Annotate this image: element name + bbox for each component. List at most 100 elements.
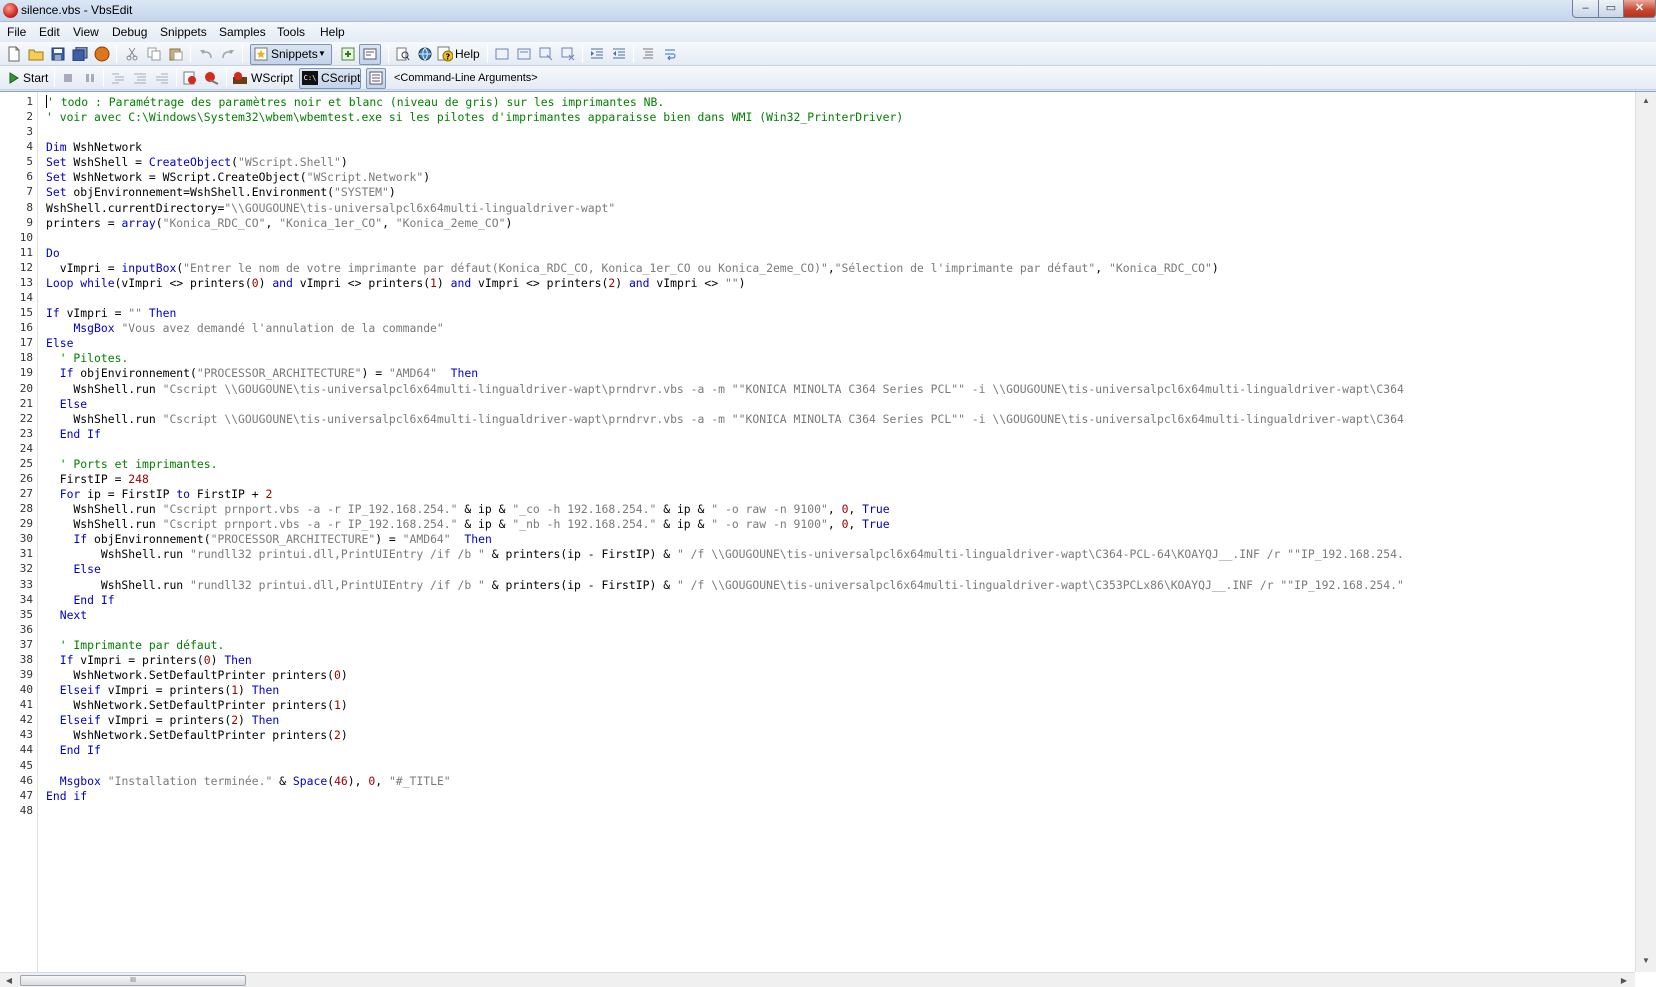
undo-icon[interactable] — [198, 46, 214, 62]
code-line[interactable]: WshShell.run "Cscript \\GOUGOUNE\tis-uni… — [46, 411, 1403, 427]
help-icon[interactable]: ? — [437, 46, 453, 62]
maximize-button[interactable]: ▭ — [1598, 0, 1624, 18]
code-line[interactable]: Else — [46, 561, 100, 577]
wrap-icon[interactable] — [662, 46, 678, 62]
code-line[interactable]: WshNetwork.SetDefaultPrinter printers(2) — [46, 727, 347, 743]
horizontal-scroll-thumb[interactable]: III — [20, 975, 246, 986]
menu-view[interactable]: View — [73, 25, 99, 39]
code-line[interactable]: Loop while(vImpri <> printers(0) and vIm… — [46, 275, 746, 291]
code-line[interactable]: Set WshShell = CreateObject("WScript.She… — [46, 154, 348, 170]
comment-icon[interactable] — [494, 46, 510, 62]
code-line[interactable]: WshShell.run "rundll32 printui.dll,Print… — [46, 577, 1404, 593]
code-line[interactable]: For ip = FirstIP to FirstIP + 2 — [46, 486, 273, 502]
code-line[interactable]: End If — [46, 426, 101, 442]
insert-icon[interactable] — [340, 46, 356, 62]
menu-samples[interactable]: Samples — [219, 25, 266, 39]
stop-icon[interactable] — [60, 70, 76, 86]
code-line[interactable]: End if — [46, 788, 87, 804]
clear-bookmarks-icon[interactable] — [560, 46, 576, 62]
close-button[interactable]: ✕ — [1623, 0, 1656, 18]
copy-icon[interactable] — [146, 46, 162, 62]
code-line[interactable]: MsgBox "Vous avez demandé l'annulation d… — [46, 320, 443, 336]
menu-help[interactable]: Help — [320, 25, 345, 39]
scroll-up-icon[interactable]: ▲ — [1636, 92, 1656, 110]
menu-debug[interactable]: Debug — [112, 25, 147, 39]
menu-file[interactable]: File — [7, 25, 26, 39]
save-icon[interactable] — [50, 46, 66, 62]
minimize-button[interactable]: – — [1572, 0, 1599, 18]
start-label[interactable]: Start — [23, 71, 48, 85]
code-line[interactable]: Set WshNetwork = WScript.CreateObject("W… — [46, 169, 430, 185]
find-icon[interactable] — [395, 46, 411, 62]
record-icon[interactable] — [94, 46, 110, 62]
help-label[interactable]: Help — [455, 47, 480, 61]
code-line[interactable]: ' Imprimante par défaut. — [46, 637, 225, 653]
vbsedit-app-icon[interactable] — [3, 3, 18, 18]
code-line[interactable]: vImpri = inputBox("Entrer le nom de votr… — [46, 260, 1219, 276]
code-line[interactable]: Next — [46, 607, 87, 623]
clear-breakpoints-icon[interactable] — [204, 70, 220, 86]
wscript-icon[interactable] — [232, 70, 248, 86]
code-line[interactable]: If objEnvironnement("PROCESSOR_ARCHITECT… — [46, 365, 478, 381]
code-line[interactable]: If vImpri = "" Then — [46, 305, 176, 321]
redo-icon[interactable] — [220, 46, 236, 62]
menu-tools[interactable]: Tools — [277, 25, 305, 39]
code-line[interactable]: ' Ports et imprimantes. — [46, 456, 218, 472]
code-line[interactable]: WshShell.run "Cscript \\GOUGOUNE\tis-uni… — [46, 381, 1403, 397]
code-line[interactable]: Else — [46, 396, 87, 412]
code-line[interactable]: printers = array("Konica_RDC_CO", "Konic… — [46, 215, 512, 231]
code-line[interactable]: Elseif vImpri = printers(1) Then — [46, 682, 279, 698]
object-browser-icon[interactable] — [417, 46, 433, 62]
uncomment-icon[interactable] — [516, 46, 532, 62]
menu-snippets[interactable]: Snippets — [160, 25, 207, 39]
format-icon[interactable] — [640, 46, 656, 62]
step-over-icon[interactable] — [132, 70, 148, 86]
code-line[interactable]: Do — [46, 245, 60, 261]
code-token: ) — [1211, 261, 1219, 275]
code-line[interactable]: End If — [46, 592, 114, 608]
wscript-label[interactable]: WScript — [251, 71, 293, 85]
bookmark-icon[interactable] — [538, 46, 554, 62]
indent-icon[interactable] — [589, 46, 605, 62]
cut-icon[interactable] — [124, 46, 140, 62]
code-line[interactable]: Msgbox "Installation terminée." & Space(… — [46, 773, 451, 789]
vertical-scrollbar[interactable]: ▲ ▼ — [1635, 92, 1656, 972]
horizontal-scrollbar[interactable]: ◀ III ▶ — [0, 972, 1635, 987]
code-line[interactable]: FirstIP = 248 — [46, 471, 149, 487]
scroll-left-icon[interactable]: ◀ — [0, 973, 18, 987]
code-line[interactable]: WshShell.run "Cscript prnport.vbs -a -r … — [46, 501, 889, 517]
scroll-right-icon[interactable]: ▶ — [1615, 973, 1633, 987]
code-line[interactable]: Dim WshNetwork — [46, 139, 142, 155]
code-line[interactable]: If objEnvironnement("PROCESSOR_ARCHITECT… — [46, 531, 491, 547]
command-line-arguments[interactable]: <Command-Line Arguments> — [394, 72, 538, 84]
paste-icon[interactable] — [168, 46, 184, 62]
code-line[interactable]: WshShell.currentDirectory="\\GOUGOUNE\ti… — [46, 200, 615, 216]
code-line[interactable]: ' voir avec C:\Windows\System32\wbem\wbe… — [46, 109, 903, 125]
save-all-icon[interactable] — [72, 46, 88, 62]
code-line[interactable]: Set objEnvironnement=WshShell.Environmen… — [46, 184, 396, 200]
code-line[interactable]: WshShell.run "rundll32 printui.dll,Print… — [46, 546, 1404, 562]
code-editor[interactable]: 1 2 3 4 5 6 7 8 9 10 11 12 13 14 15 16 17 18 19 20 21 22 23 24 2… — [0, 91, 1656, 987]
start-icon[interactable] — [6, 70, 22, 86]
open-folder-icon[interactable] — [28, 46, 44, 62]
outdent-icon[interactable] — [611, 46, 627, 62]
code-line[interactable]: ' todo : Paramétrage des paramètres noir… — [46, 94, 664, 110]
code-line[interactable]: WshNetwork.SetDefaultPrinter printers(0) — [46, 667, 347, 683]
line-number: 44 — [19, 743, 33, 756]
new-file-icon[interactable] — [6, 46, 22, 62]
code-line[interactable]: Else — [46, 335, 73, 351]
pause-icon[interactable] — [82, 70, 98, 86]
scroll-down-icon[interactable]: ▼ — [1636, 952, 1656, 970]
code-line[interactable]: If vImpri = printers(0) Then — [46, 652, 252, 668]
toggle-breakpoint-icon[interactable] — [182, 70, 198, 86]
code-line[interactable]: End If — [46, 742, 101, 758]
code-line[interactable]: Elseif vImpri = printers(2) Then — [46, 712, 279, 728]
code-token: " /f \\GOUGOUNE\tis-universalpcl6x64mult… — [676, 578, 1404, 592]
code-area[interactable]: ' todo : Paramétrage des paramètres noir… — [46, 94, 1631, 970]
step-into-icon[interactable] — [110, 70, 126, 86]
code-line[interactable]: ' Pilotes. — [46, 350, 129, 366]
code-line[interactable]: WshNetwork.SetDefaultPrinter printers(1) — [46, 697, 347, 713]
code-line[interactable]: WshShell.run "Cscript prnport.vbs -a -r … — [46, 516, 889, 532]
step-out-icon[interactable] — [154, 70, 170, 86]
menu-edit[interactable]: Edit — [39, 25, 60, 39]
